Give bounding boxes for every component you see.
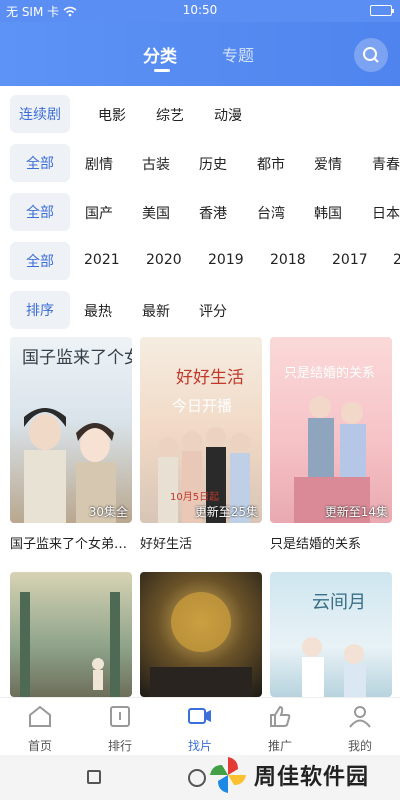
filter-option[interactable]: 2	[393, 252, 400, 268]
video-card[interactable]: 只是结婚的关系 更新至14集 只是结婚的关系	[270, 337, 392, 552]
video-card[interactable]: 云间月	[270, 572, 392, 697]
poster-title-text: 好好生活	[176, 368, 244, 388]
bottom-tab-bar: 首页 排行 找片 推广 我的	[0, 697, 400, 756]
filter-option[interactable]: 综艺	[156, 105, 184, 125]
poster-art	[150, 592, 252, 697]
filter-option[interactable]: 电影	[98, 105, 126, 125]
video-card[interactable]: 国子监来了个女弟子 30集全 国子监来了个女弟…	[10, 337, 132, 552]
filter-option[interactable]: 日本	[372, 203, 400, 223]
search-button[interactable]	[354, 38, 388, 72]
video-card[interactable]: 好好生活 今日开播 10月5日起 更新至25集 好好生活	[140, 337, 262, 552]
filter-region-selected[interactable]: 全部	[10, 193, 70, 231]
filter-option[interactable]: 历史	[199, 154, 227, 174]
ranking-icon	[110, 706, 130, 727]
filter-option[interactable]: 最热	[84, 301, 112, 321]
episode-badge: 更新至25集	[194, 505, 258, 519]
video-title: 好好生活	[140, 537, 193, 552]
clock: 10:50	[182, 3, 218, 17]
filter-option[interactable]: 2019	[208, 252, 244, 268]
poster-image: 国子监来了个女弟子 30集全	[10, 337, 132, 523]
filter-row-type: 连续剧 电影 综艺 动漫	[0, 95, 400, 135]
poster-title-text: 云间月	[312, 592, 366, 613]
user-icon	[349, 706, 371, 728]
home-icon	[29, 705, 51, 727]
filter-row-sort: 排序 最热 最新 评分	[0, 291, 400, 331]
filter-row-genre: 全部 剧情 古装 历史 都市 爱情 青春	[0, 144, 400, 184]
filter-option[interactable]: 国产	[85, 203, 113, 223]
filter-option[interactable]: 香港	[199, 203, 227, 223]
video-title: 国子监来了个女弟…	[10, 537, 128, 552]
video-card[interactable]	[140, 572, 262, 697]
filter-option[interactable]: 2020	[146, 252, 182, 268]
filter-option[interactable]: 2017	[332, 252, 368, 268]
poster-art: 只是结婚的关系	[284, 365, 375, 523]
filter-option[interactable]: 评分	[199, 301, 227, 321]
pinwheel-logo-icon	[210, 757, 246, 793]
poster-image: 好好生活 今日开播 10月5日起 更新至25集	[140, 337, 262, 523]
poster-art	[20, 592, 120, 697]
poster-image: 云间月	[270, 572, 392, 697]
header: 分类 专题	[0, 22, 400, 86]
watermark-text: 周佳软件园	[254, 765, 370, 790]
video-card[interactable]	[10, 572, 132, 697]
filter-option[interactable]: 剧情	[85, 154, 113, 174]
recent-apps-button[interactable]	[87, 770, 101, 784]
tab-label: 首页	[27, 739, 52, 753]
tab-promote[interactable]: 推广	[250, 704, 310, 754]
poster-image	[140, 572, 262, 697]
tab-label: 排行	[107, 739, 132, 753]
tab-ranking[interactable]: 排行	[90, 704, 150, 754]
poster-art: 国子监来了个女弟子	[22, 348, 132, 523]
filter-option[interactable]: 动漫	[214, 105, 242, 125]
filter-option[interactable]: 青春	[372, 154, 400, 174]
tab-topic[interactable]: 专题	[222, 42, 254, 66]
home-button[interactable]	[188, 769, 206, 787]
search-icon	[363, 47, 379, 63]
filter-genre-selected[interactable]: 全部	[10, 144, 70, 182]
filter-sort-selected[interactable]: 排序	[10, 291, 70, 329]
poster-subtitle-text: 今日开播	[172, 397, 232, 415]
filter-option[interactable]: 爱情	[314, 154, 342, 174]
tab-mine[interactable]: 我的	[330, 704, 390, 754]
filter-option[interactable]: 2018	[270, 252, 306, 268]
filter-row-region: 全部 国产 美国 香港 台湾 韩国 日本	[0, 193, 400, 233]
filter-option[interactable]: 古装	[142, 154, 170, 174]
filter-type-selected[interactable]: 连续剧	[10, 95, 70, 133]
filter-option[interactable]: 2021	[84, 252, 120, 268]
poster-art: 好好生活 今日开播 10月5日起	[158, 368, 250, 523]
filter-option[interactable]: 韩国	[314, 203, 342, 223]
status-bar: 无 SIM 卡 10:50	[0, 0, 400, 22]
video-title: 只是结婚的关系	[270, 537, 362, 552]
filter-option[interactable]: 美国	[142, 203, 170, 223]
thumbs-up-icon	[270, 705, 291, 727]
filter-option[interactable]: 台湾	[257, 203, 285, 223]
tab-indicator	[154, 69, 170, 72]
filter-year-selected[interactable]: 全部	[10, 242, 70, 280]
poster-title-text: 只是结婚的关系	[284, 365, 375, 381]
watermark: 周佳软件园	[208, 752, 369, 798]
episode-badge: 更新至14集	[324, 505, 388, 519]
tab-find[interactable]: 找片	[170, 704, 230, 754]
poster-image: 只是结婚的关系 更新至14集	[270, 337, 392, 523]
tab-category[interactable]: 分类	[143, 42, 177, 67]
filter-row-year: 全部 2021 2020 2019 2018 2017 2	[0, 242, 400, 282]
video-camera-icon	[188, 708, 211, 724]
episode-badge: 30集全	[88, 505, 128, 519]
poster-image	[10, 572, 132, 697]
tab-home[interactable]: 首页	[10, 704, 70, 754]
filter-option[interactable]: 最新	[142, 301, 170, 321]
poster-art: 云间月	[302, 592, 366, 697]
poster-date-text: 10月5日起	[170, 491, 219, 503]
poster-title-text: 国子监来了个女弟子	[22, 348, 132, 368]
battery-icon	[370, 5, 394, 16]
filter-option[interactable]: 都市	[257, 154, 285, 174]
